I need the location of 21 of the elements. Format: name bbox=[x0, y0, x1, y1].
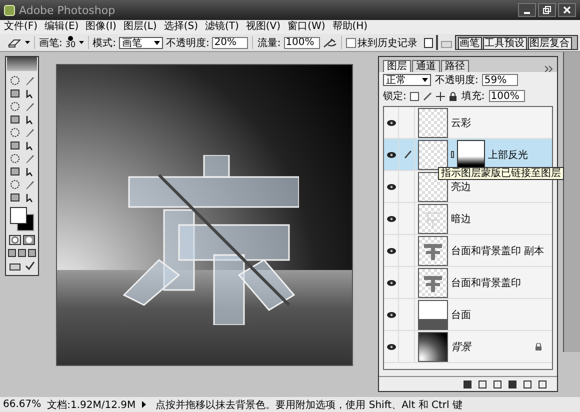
brush-label: 画笔: bbox=[39, 36, 62, 50]
layer-name: 上部反光 bbox=[488, 148, 528, 162]
tooltip: 指示图层蒙版已链接至图层 bbox=[438, 167, 564, 180]
opacity-label: 不透明度: bbox=[435, 74, 478, 87]
layer-name: 暗边 bbox=[451, 212, 471, 226]
mode-label: 模式: bbox=[92, 36, 116, 50]
layer-name: 亮边 bbox=[451, 180, 471, 194]
fill-label: 填充: bbox=[461, 90, 485, 103]
document-size: 文档:1.92M/12.9M bbox=[47, 398, 136, 412]
layer-name: 背景 bbox=[451, 340, 471, 354]
flow-label: 流量: bbox=[257, 36, 281, 50]
layer-name: 云彩 bbox=[451, 116, 471, 130]
zoom-level: 66.67% bbox=[3, 399, 42, 410]
layer-name: 台面 bbox=[451, 308, 471, 322]
window-title: Adobe Photoshop bbox=[19, 4, 116, 16]
layer-name: 台面和背景盖印 bbox=[451, 276, 521, 290]
lock-label: 锁定: bbox=[383, 90, 406, 103]
layer-name: 台面和背景盖印 副本 bbox=[451, 244, 544, 258]
status-hint: 点按并拖移以抹去背景色。要用附加选项，使用 Shift、Alt 和 Ctrl 键 bbox=[156, 398, 462, 412]
opacity-label: 不透明度: bbox=[166, 36, 210, 50]
erase-to-history-label: 抹到历史记录 bbox=[358, 36, 418, 50]
